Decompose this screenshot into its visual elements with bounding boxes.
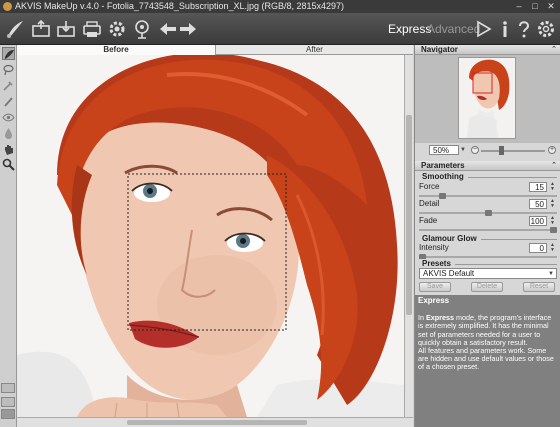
zoom-slider-knob[interactable]	[499, 146, 504, 155]
force-parameter: Force 15 ▲ ▼	[419, 182, 557, 200]
drop-tool-icon[interactable]	[2, 127, 15, 140]
print-icon[interactable]	[81, 18, 103, 40]
intensity-spinner-icon[interactable]: ▲ ▼	[548, 243, 557, 253]
zoom-out-button[interactable]: −	[471, 146, 479, 154]
fade-slider-knob[interactable]	[550, 227, 557, 233]
image-canvas[interactable]	[17, 55, 404, 417]
window-title: AKVIS MakeUp v.4.0 - Fotolia_7743548_Sub…	[15, 1, 345, 11]
logo-brush-icon	[4, 18, 26, 40]
parameters-title: Parameters	[421, 161, 465, 170]
detail-label: Detail	[419, 199, 440, 208]
help-icon[interactable]	[513, 18, 535, 40]
vertical-scroll-thumb[interactable]	[406, 115, 412, 315]
redo-arrow-icon[interactable]	[177, 18, 199, 40]
maximize-button[interactable]: □	[530, 1, 540, 11]
force-value-field[interactable]: 15	[529, 182, 547, 192]
hand-tool-icon[interactable]	[2, 143, 15, 156]
save-icon[interactable]	[55, 18, 77, 40]
detail-spinner-icon[interactable]: ▲ ▼	[548, 199, 557, 209]
compare-view-icon[interactable]	[1, 383, 15, 393]
selection-tool-icon[interactable]	[2, 47, 15, 60]
run-icon[interactable]	[472, 18, 494, 40]
collapse-chevron-icon[interactable]: ⌃	[551, 161, 557, 171]
reset-preset-button[interactable]: Reset	[523, 282, 555, 292]
open-icon[interactable]	[30, 18, 52, 40]
delete-preset-button[interactable]: Delete	[471, 282, 503, 292]
tab-after[interactable]: After	[215, 45, 413, 55]
undo-arrow-icon[interactable]	[157, 18, 179, 40]
navigator-title: Navigator	[421, 45, 458, 54]
split-view-icon[interactable]	[1, 397, 15, 407]
chevron-down-icon: ▼	[548, 271, 554, 277]
navigator-preview-area	[415, 55, 560, 143]
zoom-value-field[interactable]: 50%	[429, 145, 459, 155]
intensity-label: Intensity	[419, 243, 449, 252]
fade-parameter: Fade 100 ▲ ▼	[419, 216, 557, 234]
intensity-value-field[interactable]: 0	[529, 243, 547, 253]
main-toolbar: Express Advanced	[0, 13, 560, 45]
smoothing-section-title: Smoothing	[419, 172, 557, 181]
help-paragraph-1: In Express mode, the program's interface…	[418, 313, 552, 347]
detail-parameter: Detail 50 ▲ ▼	[419, 199, 557, 217]
navigator-thumbnail[interactable]	[458, 57, 516, 139]
help-paragraph-2: All features and parameters work. Some a…	[418, 346, 554, 372]
fade-label: Fade	[419, 216, 438, 225]
app-window: AKVIS MakeUp v.4.0 - Fotolia_7743548_Sub…	[0, 0, 560, 427]
eyedropper-tool-icon[interactable]	[2, 79, 15, 92]
intensity-slider-track[interactable]	[419, 256, 557, 258]
preset-selected-value: AKVIS Default	[423, 269, 475, 278]
tools-panel	[0, 45, 17, 427]
force-spinner-icon[interactable]: ▲ ▼	[548, 182, 557, 192]
view-tabs: Before After	[17, 45, 413, 55]
zoom-in-button[interactable]: +	[548, 146, 556, 154]
navigator-header[interactable]: Navigator ⌃	[415, 45, 560, 55]
presets-section-title: Presets	[419, 259, 557, 268]
zoom-dropdown-arrow-icon[interactable]: ▼	[460, 145, 468, 155]
swap-view-icon[interactable]	[1, 409, 15, 419]
help-title: Express	[418, 296, 450, 305]
close-button[interactable]: ✕	[546, 1, 556, 11]
glamour-glow-section-title: Glamour Glow	[419, 234, 557, 243]
settings-gear-icon[interactable]	[106, 18, 128, 40]
fade-slider-track[interactable]	[419, 229, 557, 231]
settings-icon[interactable]	[535, 18, 557, 40]
lasso-tool-icon[interactable]	[2, 63, 15, 76]
fade-value-field[interactable]: 100	[529, 216, 547, 226]
parameters-header[interactable]: Parameters ⌃	[415, 161, 560, 171]
horizontal-scrollbar[interactable]	[17, 417, 413, 427]
app-logo-icon	[3, 2, 12, 11]
vertical-scrollbar[interactable]	[404, 55, 413, 417]
tab-before[interactable]: Before	[17, 45, 215, 55]
preset-select[interactable]: AKVIS Default ▼	[419, 268, 557, 279]
right-panel: Navigator ⌃ 50% ▼ − + Parameters ⌃ Smoot…	[414, 45, 560, 427]
eye-tool-icon[interactable]	[2, 111, 15, 124]
fade-spinner-icon[interactable]: ▲ ▼	[548, 216, 557, 226]
force-label: Force	[419, 182, 440, 191]
minimize-button[interactable]: –	[514, 1, 524, 11]
horizontal-scroll-thumb[interactable]	[127, 420, 307, 425]
info-pin-icon[interactable]	[131, 18, 153, 40]
title-bar: AKVIS MakeUp v.4.0 - Fotolia_7743548_Sub…	[0, 0, 560, 13]
brush-tool-icon[interactable]	[2, 95, 15, 108]
portrait-image	[17, 55, 404, 417]
help-panel: Express In Express mode, the program's i…	[415, 295, 560, 427]
zoom-controls: 50% ▼ − +	[415, 143, 560, 157]
save-preset-button[interactable]: Save	[419, 282, 451, 292]
express-mode-tab[interactable]: Express	[388, 22, 431, 36]
collapse-chevron-icon[interactable]: ⌃	[551, 45, 557, 55]
zoom-tool-icon[interactable]	[2, 158, 15, 171]
zoom-slider-track[interactable]	[481, 150, 545, 152]
detail-value-field[interactable]: 50	[529, 199, 547, 209]
